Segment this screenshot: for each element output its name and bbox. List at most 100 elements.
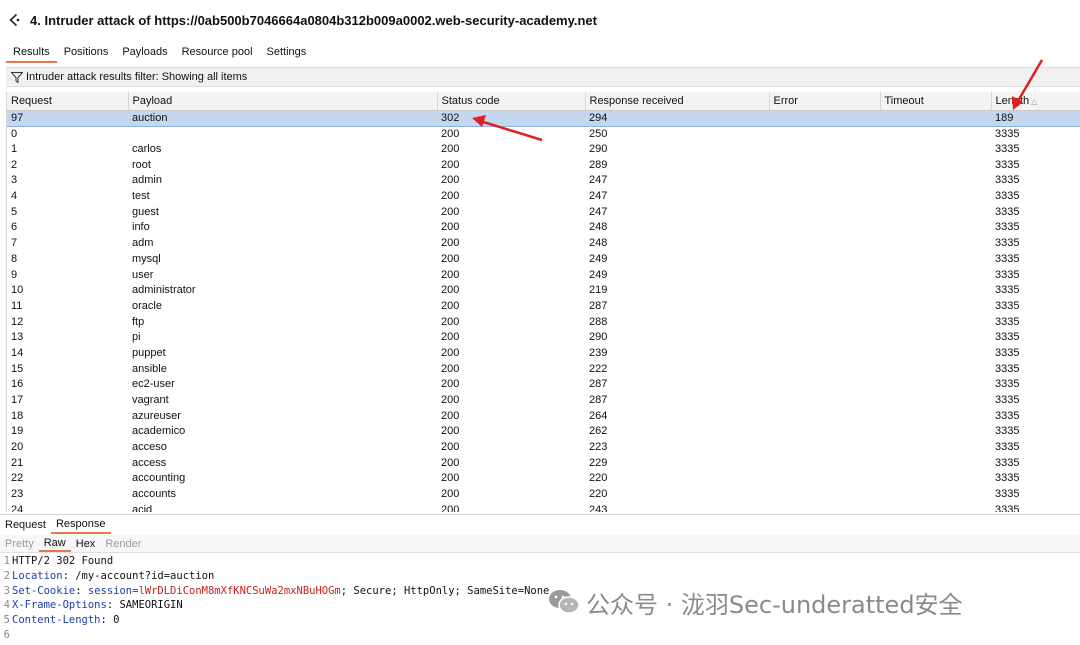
cell-status-code: 200 <box>441 299 460 312</box>
cell-response-received: 247 <box>589 190 608 203</box>
cell-timeout <box>880 173 991 189</box>
table-row[interactable]: 7 adm 200 248 3335 <box>7 236 1080 252</box>
header-value: /my-account?id=auction <box>75 569 215 582</box>
cell-status-code: 200 <box>441 378 460 391</box>
table-row[interactable]: 6 info 200 248 3335 <box>7 220 1080 236</box>
cell-error <box>769 346 880 362</box>
cell-length: 3335 <box>995 284 1020 297</box>
tab-response[interactable]: Response <box>50 516 111 534</box>
tab-render[interactable]: Render <box>100 537 146 551</box>
table-row[interactable]: 8 mysql 200 249 3335 <box>7 252 1080 268</box>
cell-payload: ftp <box>132 315 145 328</box>
cell-error <box>769 455 880 471</box>
cell-payload: accounting <box>132 472 186 485</box>
cell-request: 24 <box>11 503 24 512</box>
cell-payload: puppet <box>132 346 166 359</box>
cell-request: 5 <box>11 205 18 218</box>
cell-status-code: 200 <box>441 174 460 187</box>
cell-length: 3335 <box>995 252 1020 265</box>
table-row[interactable]: 19 academico 200 262 3335 <box>7 424 1080 440</box>
cell-error <box>769 377 880 393</box>
column-header-request[interactable]: Request <box>7 92 129 111</box>
column-header-error[interactable]: Error <box>769 92 881 111</box>
cell-error <box>769 330 880 346</box>
table-row[interactable]: 13 pi 200 290 3335 <box>7 330 1080 346</box>
column-header-status-code[interactable]: Status code <box>437 92 586 111</box>
cell-status-code: 200 <box>441 488 460 501</box>
cell-length: 3335 <box>995 143 1020 156</box>
header-name: X-Frame-Options <box>12 599 107 612</box>
cell-status-code: 200 <box>441 221 460 234</box>
table-row[interactable]: 11 oracle 200 287 3335 <box>7 299 1080 315</box>
cell-response-received: 249 <box>589 268 608 281</box>
cell-length: 3335 <box>995 221 1020 234</box>
column-header-payload[interactable]: Payload <box>128 92 438 111</box>
tab-request[interactable]: Request <box>0 517 51 533</box>
cell-timeout <box>880 424 991 440</box>
table-row[interactable]: 10 administrator 200 219 3335 <box>7 283 1080 299</box>
table-row[interactable]: 2 root 200 289 3335 <box>7 157 1080 173</box>
table-row[interactable]: 14 puppet 200 239 3335 <box>7 346 1080 362</box>
results-table-container[interactable]: Request Payload Status code Response rec… <box>6 92 1080 512</box>
cell-error <box>769 157 880 173</box>
table-row[interactable]: 5 guest 200 247 3335 <box>7 204 1080 220</box>
column-header-length[interactable]: Length △ <box>991 92 1080 111</box>
cell-timeout <box>880 503 991 513</box>
cell-payload: access <box>132 456 167 469</box>
cell-timeout <box>880 377 991 393</box>
cell-status-code: 200 <box>441 190 460 203</box>
tab-raw[interactable]: Raw <box>38 536 71 552</box>
cell-request: 17 <box>11 394 24 407</box>
table-row[interactable]: 15 ansible 200 222 3335 <box>7 361 1080 377</box>
cell-response-received: 287 <box>589 394 608 407</box>
table-header-row: Request Payload Status code Response rec… <box>7 92 1080 111</box>
table-row[interactable]: 16 ec2-user 200 287 3335 <box>7 377 1080 393</box>
back-arrow-icon[interactable] <box>6 12 22 28</box>
table-row[interactable]: 97 auction 302 294 189 <box>7 109 1080 127</box>
cell-status-code: 200 <box>441 268 460 281</box>
column-header-timeout[interactable]: Timeout <box>880 92 992 111</box>
cell-timeout <box>880 471 991 487</box>
cell-length: 3335 <box>995 237 1020 250</box>
cell-payload: pi <box>132 331 141 344</box>
results-filter-bar[interactable]: Intruder attack results filter: Showing … <box>6 67 1080 87</box>
table-row[interactable]: 17 vagrant 200 287 3335 <box>7 393 1080 409</box>
table-row[interactable]: 1 carlos 200 290 3335 <box>7 142 1080 158</box>
table-row[interactable]: 18 azureuser 200 264 3335 <box>7 408 1080 424</box>
column-header-response-received[interactable]: Response received <box>585 92 770 111</box>
table-row[interactable]: 0 200 250 3335 <box>7 126 1080 142</box>
table-row[interactable]: 12 ftp 200 288 3335 <box>7 314 1080 330</box>
tab-hex[interactable]: Hex <box>71 537 101 551</box>
cell-status-code: 200 <box>441 362 460 375</box>
table-row[interactable]: 9 user 200 249 3335 <box>7 267 1080 283</box>
cell-length: 3335 <box>995 362 1020 375</box>
cell-response-received: 219 <box>589 284 608 297</box>
table-row[interactable]: 21 access 200 229 3335 <box>7 455 1080 471</box>
cell-length: 3335 <box>995 268 1020 281</box>
table-row[interactable]: 4 test 200 247 3335 <box>7 189 1080 205</box>
table-row[interactable]: 22 accounting 200 220 3335 <box>7 471 1080 487</box>
table-row[interactable]: 23 accounts 200 220 3335 <box>7 487 1080 503</box>
cell-response-received: 262 <box>589 425 608 438</box>
tab-results[interactable]: Results <box>6 45 57 63</box>
cell-payload: guest <box>132 205 159 218</box>
tab-settings[interactable]: Settings <box>260 45 314 63</box>
tab-payloads[interactable]: Payloads <box>115 45 174 63</box>
cell-length: 3335 <box>995 488 1020 501</box>
table-row[interactable]: 20 acceso 200 223 3335 <box>7 440 1080 456</box>
cell-payload: academico <box>132 425 186 438</box>
header-name: Location <box>12 569 63 582</box>
cell-request: 23 <box>11 488 24 501</box>
cell-length: 3335 <box>995 394 1020 407</box>
table-row[interactable]: 24 acid 200 243 3335 <box>7 503 1080 513</box>
tab-pretty[interactable]: Pretty <box>0 537 39 551</box>
cell-request: 97 <box>7 109 128 127</box>
table-row[interactable]: 3 admin 200 247 3335 <box>7 173 1080 189</box>
cell-request: 13 <box>11 331 24 344</box>
tab-resource-pool[interactable]: Resource pool <box>175 45 260 63</box>
tab-positions[interactable]: Positions <box>57 45 116 63</box>
cell-timeout <box>880 408 991 424</box>
results-table-body: 97 auction 302 294 189 0 200 250 3335 1 carlos 200 2… <box>7 109 1080 513</box>
cell-response-received: 248 <box>589 237 608 250</box>
cell-error <box>769 361 880 377</box>
